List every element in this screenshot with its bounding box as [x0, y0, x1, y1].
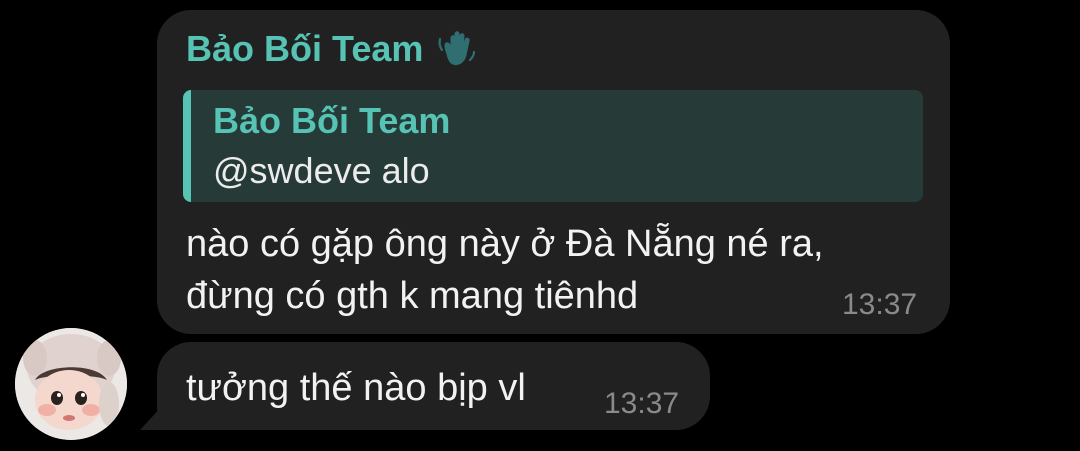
baby-avatar-image: [15, 328, 127, 440]
message-time: 13:37: [604, 387, 680, 420]
reply-quote[interactable]: Bảo Bối Team @swdeve alo: [183, 90, 923, 202]
message-text: tưởng thế nào bịp vl: [186, 367, 526, 409]
message-text: nào có gặp ông này ở Đà Nẵng né ra, đừng…: [186, 218, 824, 322]
reply-quote-bar: [183, 90, 191, 202]
reply-quote-text: @swdeve alo: [213, 150, 430, 191]
avatar[interactable]: [15, 328, 127, 440]
reply-quote-author: Bảo Bối Team: [213, 100, 451, 141]
message-time: 13:37: [842, 288, 918, 321]
sender-name[interactable]: Bảo Bối Team: [186, 28, 477, 70]
message-line: đừng có gth k mang tiênhd: [186, 275, 639, 317]
message-line: nào có gặp ông này ở Đà Nẵng né ra,: [186, 223, 824, 265]
sender-name-label[interactable]: Bảo Bối Team: [186, 28, 423, 70]
waving-hand-icon: [437, 29, 477, 69]
chat-view: Bảo Bối Team Bảo Bối Team @swdeve alo nà…: [0, 0, 1080, 451]
